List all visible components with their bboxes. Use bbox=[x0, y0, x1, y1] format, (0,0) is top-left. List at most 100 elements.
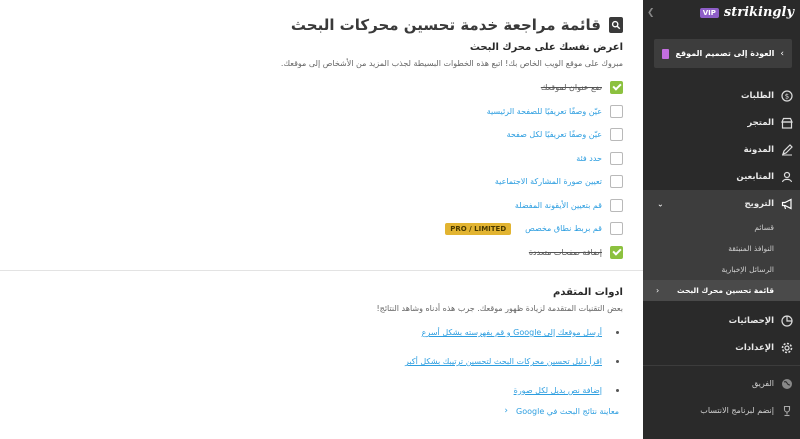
checklist-item[interactable]: قم بتعيين الأيقونة المفضلة bbox=[23, 194, 623, 218]
sidebar-item-store[interactable]: المتجر bbox=[643, 109, 800, 136]
submenu-item-seo-checklist[interactable]: › قائمة تحسين محرك البحث bbox=[643, 280, 800, 301]
google-preview-label: معاينة نتائج البحث في Google bbox=[516, 406, 619, 416]
megaphone-icon bbox=[780, 197, 793, 210]
advanced-links: أرسل موقعك إلى Google و قم بفهرسته بشكل … bbox=[23, 318, 623, 405]
main-content: قائمة مراجعة خدمة تحسين محركات البحث اعر… bbox=[0, 0, 643, 439]
list-item: أرسل موقعك إلى Google و قم بفهرسته بشكل … bbox=[23, 318, 623, 347]
checklist-item[interactable]: إضافة صفحات متعددة bbox=[23, 241, 623, 265]
checklist-item-link[interactable]: تعيين صورة المشاركة الاجتماعية bbox=[495, 177, 602, 186]
sidebar-item-label: المتجر bbox=[747, 117, 774, 128]
advanced-link[interactable]: إضافة نص بديل لكل صورة bbox=[514, 386, 602, 395]
chart-icon bbox=[780, 314, 793, 327]
checklist-item-link[interactable]: قم بتعيين الأيقونة المفضلة bbox=[515, 201, 602, 210]
checklist-item-link[interactable]: حدد فئة bbox=[576, 154, 602, 163]
sidebar-item-label: الترويج bbox=[744, 198, 774, 209]
pro-limited-badge: PRO / LIMITED bbox=[445, 222, 512, 235]
advanced-link[interactable]: اقرأ دليل تحسين محركات البحث لتحسين ترتي… bbox=[405, 357, 602, 366]
checkbox-checked[interactable] bbox=[610, 245, 623, 259]
gear-icon bbox=[780, 341, 793, 354]
sidebar-item-blog[interactable]: المدونة bbox=[643, 136, 800, 163]
section-divider bbox=[0, 270, 643, 271]
checkbox[interactable] bbox=[610, 151, 623, 165]
sidebar-item-affiliate[interactable]: إنضم لبرنامج الانتساب bbox=[643, 397, 800, 424]
page-title-row: قائمة مراجعة خدمة تحسين محركات البحث bbox=[291, 16, 623, 34]
vip-badge: VIP bbox=[699, 7, 719, 18]
bullet-icon bbox=[616, 360, 619, 363]
checkbox[interactable] bbox=[610, 198, 623, 212]
submenu-item-coupons[interactable]: قسائم bbox=[643, 217, 800, 238]
google-preview-link[interactable]: معاينة نتائج البحث في Google ‹ bbox=[23, 406, 623, 416]
chevron-left-icon: ‹ bbox=[780, 48, 784, 59]
store-icon bbox=[780, 116, 793, 129]
trophy-icon bbox=[780, 404, 793, 417]
sidebar-item-promotion[interactable]: ⌄ الترويج bbox=[643, 190, 800, 217]
checklist-item[interactable]: ضع عنوان لموقعك bbox=[23, 76, 623, 100]
section-description: مبروك على موقع الويب الخاص بك! اتبع هذه … bbox=[280, 59, 623, 68]
promotion-submenu: قسائم النوافذ المنبثقة الرسائل الإخبارية… bbox=[643, 217, 800, 301]
checklist-item-link[interactable]: عيّن وصفًا تعريفيًا لكل صفحة bbox=[507, 130, 602, 139]
users-icon bbox=[780, 170, 793, 183]
svg-text:$: $ bbox=[784, 92, 788, 100]
sidebar-divider bbox=[643, 365, 800, 366]
dollar-icon: $ bbox=[780, 89, 793, 102]
bullet-icon bbox=[616, 331, 619, 334]
sidebar-item-followers[interactable]: المتابعين bbox=[643, 163, 800, 190]
submenu-item-label: النوافذ المنبثقة bbox=[728, 244, 774, 253]
checkbox[interactable] bbox=[610, 222, 623, 236]
sidebar-item-label: إنضم لبرنامج الانتساب bbox=[700, 406, 774, 415]
submenu-item-label: قائمة تحسين محرك البحث bbox=[677, 286, 774, 295]
section-heading: اعرض نفسك على محرك البحث bbox=[469, 42, 623, 53]
submenu-item-popups[interactable]: النوافذ المنبثقة bbox=[643, 238, 800, 259]
chevron-left-icon[interactable]: ❮ bbox=[647, 8, 655, 18]
globe-icon bbox=[780, 377, 793, 390]
chevron-down-icon: ⌄ bbox=[657, 199, 664, 208]
sidebar-item-label: الإحصائيات bbox=[728, 315, 774, 326]
submenu-item-newsletters[interactable]: الرسائل الإخبارية bbox=[643, 259, 800, 280]
sidebar-item-team[interactable]: الفريق bbox=[643, 370, 800, 397]
pen-icon bbox=[780, 143, 793, 156]
seo-checklist: ضع عنوان لموقعك عيّن وصفًا تعريفيًا للصف… bbox=[23, 76, 623, 264]
checklist-item[interactable]: عيّن وصفًا تعريفيًا للصفحة الرئيسية bbox=[23, 100, 623, 124]
sidebar-item-settings[interactable]: الإعدادات bbox=[643, 334, 800, 361]
brand: VIP strikingly bbox=[699, 5, 794, 20]
sidebar-nav: الطلبات $ المتجر المدونة المتابعين ⌄ الت… bbox=[643, 82, 800, 424]
sidebar-item-orders[interactable]: الطلبات $ bbox=[643, 82, 800, 109]
checklist-item-link[interactable]: قم بربط نطاق مخصص bbox=[525, 224, 602, 233]
checklist-item[interactable]: حدد فئة bbox=[23, 147, 623, 171]
back-button-label: العودة إلى تصميم الموقع bbox=[675, 49, 775, 58]
seo-intro: اعرض نفسك على محرك البحث مبروك على موقع … bbox=[23, 42, 623, 68]
chevron-left-icon: ‹ bbox=[504, 406, 509, 416]
checklist-item-label: ضع عنوان لموقعك bbox=[540, 83, 602, 93]
submenu-item-label: الرسائل الإخبارية bbox=[721, 265, 774, 274]
advanced-tools: ادوات المتقدم بعض التقنيات المتقدمة لزيا… bbox=[23, 287, 623, 313]
checklist-item-link[interactable]: عيّن وصفًا تعريفيًا للصفحة الرئيسية bbox=[487, 107, 602, 116]
back-to-editor-button[interactable]: العودة إلى تصميم الموقع ‹ bbox=[654, 39, 792, 68]
strikingly-logo: strikingly bbox=[723, 5, 794, 20]
search-page-icon bbox=[609, 17, 623, 33]
checklist-item[interactable]: تعيين صورة المشاركة الاجتماعية bbox=[23, 170, 623, 194]
sidebar-item-label: الطلبات bbox=[740, 90, 774, 101]
sidebar-item-label: المدونة bbox=[743, 144, 774, 155]
bullet-icon bbox=[616, 389, 619, 392]
advanced-heading: ادوات المتقدم bbox=[552, 287, 623, 298]
book-icon bbox=[662, 48, 670, 59]
sidebar-item-analytics[interactable]: الإحصائيات bbox=[643, 307, 800, 334]
sidebar: ❮ VIP strikingly العودة إلى تصميم الموقع… bbox=[643, 0, 800, 439]
checkbox-checked[interactable] bbox=[610, 81, 623, 95]
checklist-item[interactable]: قم بربط نطاق مخصص PRO / LIMITED bbox=[23, 217, 623, 241]
advanced-description: بعض التقنيات المتقدمة لزيادة ظهور موقعك.… bbox=[376, 304, 623, 313]
sidebar-item-label: الفريق bbox=[751, 379, 774, 388]
submenu-item-label: قسائم bbox=[754, 223, 774, 232]
checkbox[interactable] bbox=[610, 128, 623, 142]
sidebar-item-label: الإعدادات bbox=[735, 342, 774, 353]
checkbox[interactable] bbox=[610, 104, 623, 118]
checklist-item[interactable]: عيّن وصفًا تعريفيًا لكل صفحة bbox=[23, 123, 623, 147]
checkbox[interactable] bbox=[610, 175, 623, 189]
chevron-right-icon: › bbox=[656, 286, 660, 295]
checklist-item-label: إضافة صفحات متعددة bbox=[528, 247, 602, 257]
sidebar-item-label: المتابعين bbox=[736, 171, 774, 182]
advanced-link[interactable]: أرسل موقعك إلى Google و قم بفهرسته بشكل … bbox=[422, 328, 602, 337]
page-title: قائمة مراجعة خدمة تحسين محركات البحث bbox=[290, 16, 601, 34]
list-item: إضافة نص بديل لكل صورة bbox=[23, 376, 623, 405]
list-item: اقرأ دليل تحسين محركات البحث لتحسين ترتي… bbox=[23, 347, 623, 376]
